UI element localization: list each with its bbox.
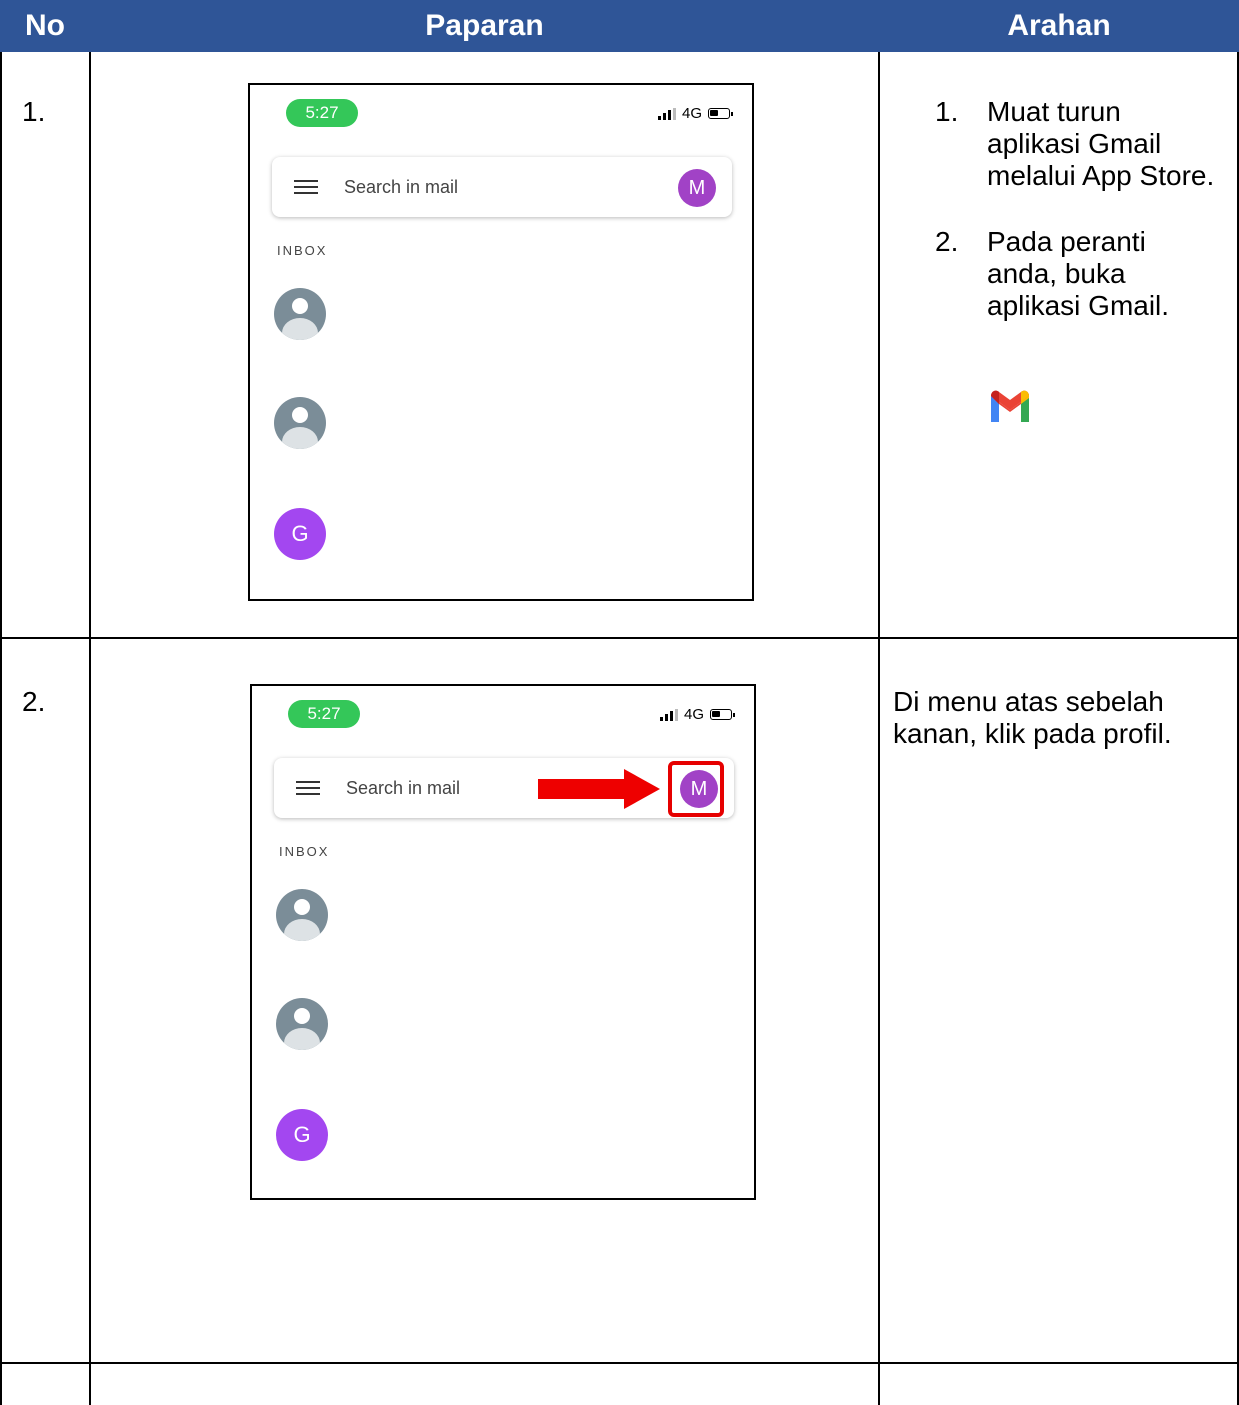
signal-icon (659, 708, 678, 721)
table-border-left (0, 52, 2, 1405)
network-label: 4G (681, 105, 702, 122)
row-number: 2. (22, 686, 46, 717)
phone-screenshot: 5:27 4G Search in mail M INBOX G (248, 83, 754, 601)
contact-avatar-g: G (276, 1109, 328, 1161)
red-arrow-icon (538, 779, 626, 799)
header-arahan: Arahan (1007, 9, 1111, 42)
contact-avatar-icon (276, 998, 328, 1050)
battery-icon (708, 108, 733, 119)
menu-icon[interactable] (294, 180, 318, 194)
row-divider-1 (0, 637, 1239, 639)
status-bar: 4G (659, 706, 735, 723)
contact-avatar-g: G (274, 508, 326, 560)
inbox-label: INBOX (277, 243, 328, 258)
row-divider-2 (0, 1362, 1239, 1364)
menu-icon[interactable] (296, 781, 320, 795)
gmail-icon (991, 390, 1029, 422)
contact-avatar-icon (274, 288, 326, 340)
header-no: No (25, 9, 65, 42)
header-paparan: Paparan (425, 9, 544, 42)
instruction-list: 1. Muat turun aplikasi Gmail melalui App … (935, 96, 1215, 356)
search-input[interactable]: Search in mail (346, 758, 460, 818)
status-bar: 4G (657, 105, 733, 122)
instruction-text: Di menu atas sebelah kanan, klik pada pr… (893, 686, 1172, 749)
row-number: 1. (22, 96, 46, 127)
battery-icon (710, 709, 735, 720)
time-pill: 5:27 (286, 99, 358, 127)
signal-icon (657, 107, 676, 120)
network-label: 4G (683, 706, 704, 723)
instruction-item: 2. Pada peranti anda, buka aplikasi Gmail… (935, 226, 1170, 321)
search-bar[interactable]: Search in mail M (274, 758, 734, 818)
phone-screenshot: 5:27 4G Search in mail M INBOX G (250, 684, 756, 1200)
instruction-item: 1. Muat turun aplikasi Gmail melalui App … (935, 96, 1215, 191)
inbox-label: INBOX (279, 844, 330, 859)
table-divider-arahan (878, 52, 880, 1405)
table-divider-no (89, 52, 91, 1405)
highlight-box (668, 761, 724, 817)
contact-avatar-icon (274, 397, 326, 449)
time-pill: 5:27 (288, 700, 360, 728)
profile-avatar[interactable]: M (678, 169, 716, 207)
red-arrow-head-icon (624, 769, 660, 809)
search-input[interactable]: Search in mail (344, 157, 458, 217)
contact-avatar-icon (276, 889, 328, 941)
search-bar[interactable]: Search in mail M (272, 157, 732, 217)
